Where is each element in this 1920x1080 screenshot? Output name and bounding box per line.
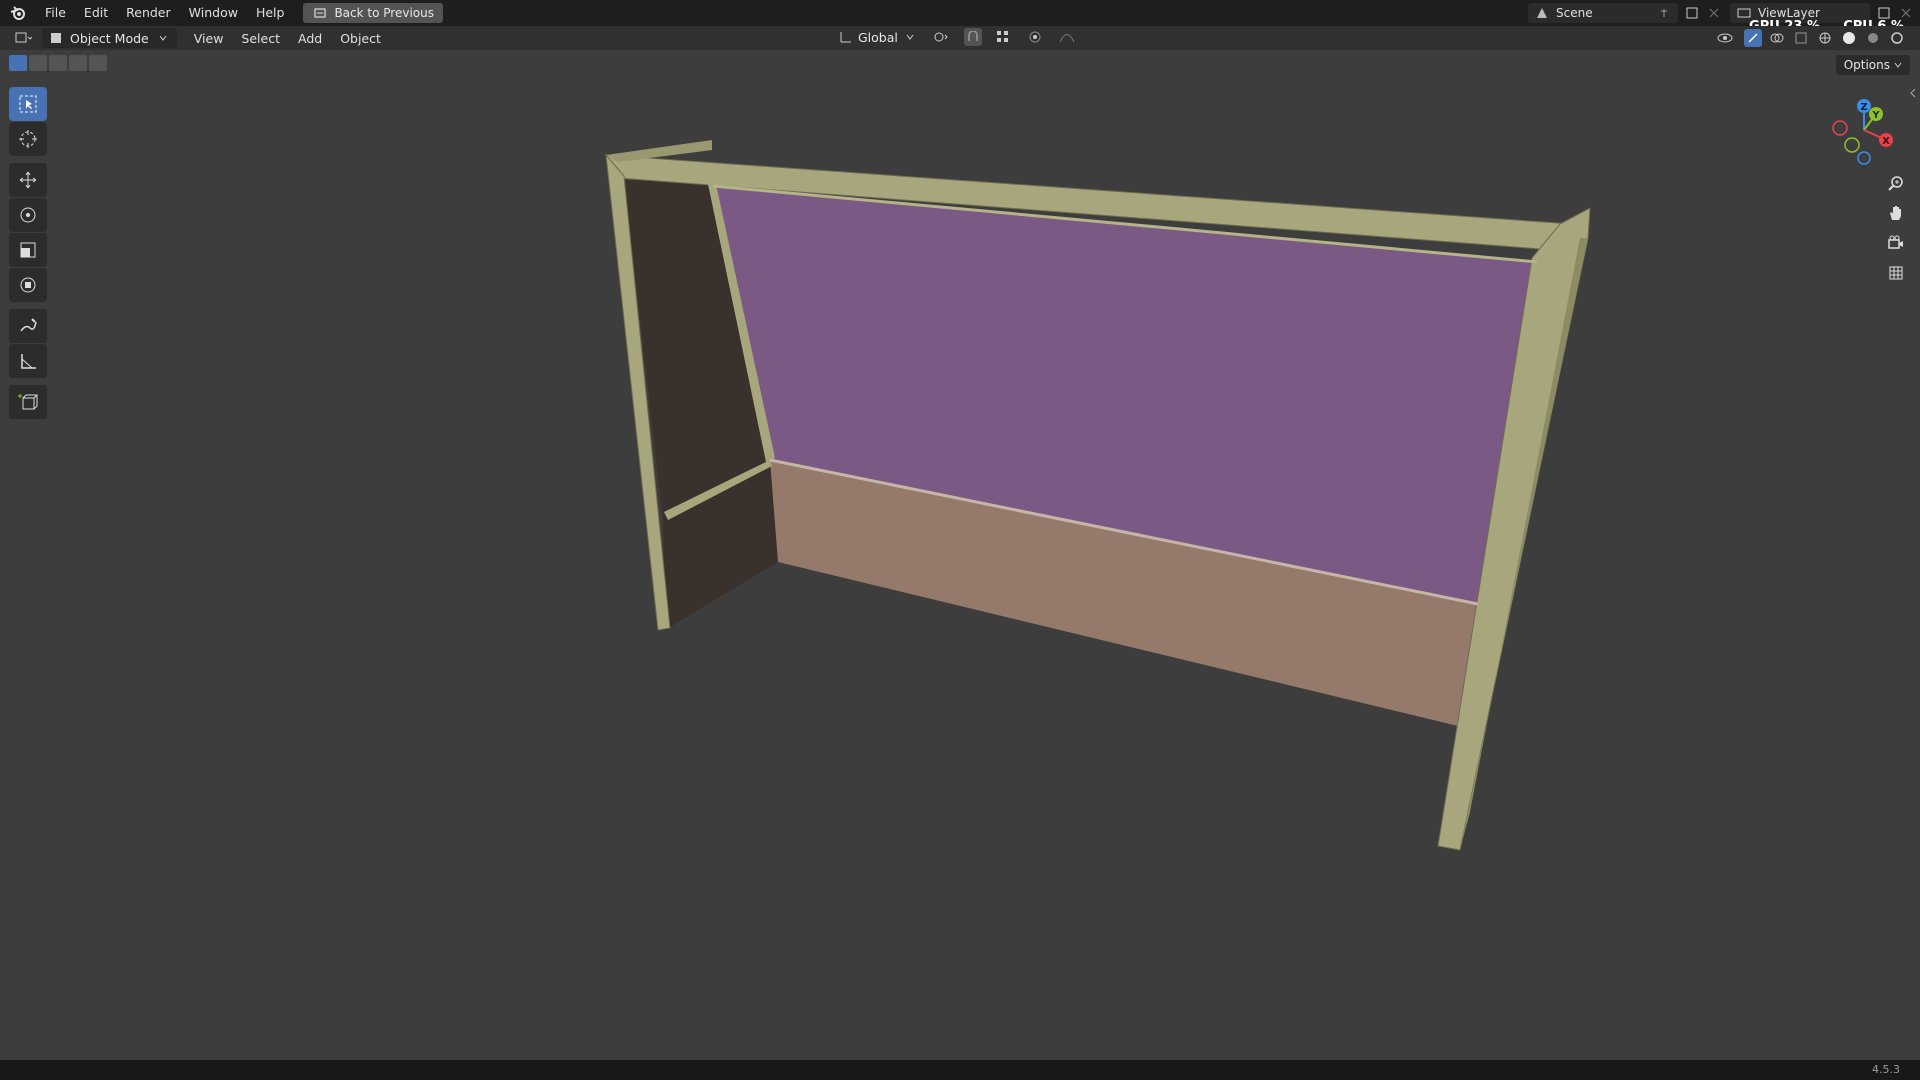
menu-help[interactable]: Help <box>247 0 294 26</box>
new-scene-icon[interactable] <box>1684 5 1700 21</box>
gizmo-toggle-icon[interactable] <box>1744 29 1762 47</box>
gizmo-neg-x[interactable] <box>1832 120 1848 136</box>
pin-icon[interactable] <box>1656 5 1672 21</box>
scene-icon <box>1534 5 1550 21</box>
chevron-down-icon <box>155 30 171 46</box>
move-tool[interactable] <box>9 163 47 197</box>
select-mode-group <box>9 55 107 71</box>
transform-controls: Global <box>838 28 1078 46</box>
menu-object[interactable]: Object <box>331 31 390 46</box>
menu-select[interactable]: Select <box>232 31 289 46</box>
top-menu-bar: File Edit Render Window Help Back to Pre… <box>0 0 1920 26</box>
xray-icon[interactable] <box>1792 30 1810 46</box>
move-icon <box>19 171 37 189</box>
annotate-tool[interactable] <box>9 309 47 343</box>
tool-shelf <box>9 87 47 420</box>
delete-scene-icon[interactable] <box>1706 5 1722 21</box>
scene-name: Scene <box>1556 6 1593 20</box>
zoom-button[interactable] <box>1882 169 1910 197</box>
annotate-icon <box>20 318 37 332</box>
rendered-shading-icon[interactable] <box>1888 30 1906 46</box>
solid-shading-icon[interactable] <box>1840 30 1858 46</box>
view-layer-name: ViewLayer <box>1758 6 1820 20</box>
chevron-down-icon <box>1894 62 1902 68</box>
menu-add[interactable]: Add <box>289 31 331 46</box>
add-cube-icon <box>18 394 38 410</box>
hand-icon <box>1890 206 1901 220</box>
orientation-label: Global <box>858 29 898 45</box>
object-mode-label: Object Mode <box>70 30 149 46</box>
gizmo-neg-z[interactable] <box>1857 151 1871 165</box>
gizmo-z-label: Z <box>1860 102 1867 113</box>
gizmo-neg-y[interactable] <box>1844 137 1860 153</box>
navigation-gizmo[interactable]: Z Y X <box>1824 88 1904 168</box>
options-label: Options <box>1843 58 1890 72</box>
camera-view-button[interactable] <box>1882 229 1910 257</box>
status-bar: 4.5.3 <box>0 1060 1920 1080</box>
transform-icon <box>20 277 36 293</box>
editor-type-icon[interactable] <box>12 30 36 46</box>
scene-render <box>605 140 1591 851</box>
snap-target-icon[interactable] <box>992 29 1014 45</box>
cursor-icon <box>19 130 37 148</box>
chevron-down-icon <box>902 29 918 45</box>
wireframe-shading-icon[interactable] <box>1816 30 1834 46</box>
object-mode-icon <box>48 30 64 46</box>
options-dropdown[interactable]: Options <box>1835 55 1910 75</box>
snap-toggle-icon[interactable] <box>963 28 982 46</box>
pivot-point-icon[interactable] <box>928 29 954 45</box>
select-new-icon[interactable] <box>9 55 27 71</box>
measure-tool[interactable] <box>9 344 47 378</box>
menu-window[interactable]: Window <box>180 0 247 26</box>
scale-icon <box>20 242 36 258</box>
gizmo-x-label: X <box>1882 136 1890 147</box>
rotate-icon <box>20 207 36 223</box>
version-label: 4.5.3 <box>1872 1063 1900 1076</box>
menu-render[interactable]: Render <box>117 0 180 26</box>
orientation-icon <box>838 29 854 45</box>
pan-button[interactable] <box>1882 199 1910 227</box>
proportional-editing-icon[interactable] <box>1024 29 1046 45</box>
select-extend-icon[interactable] <box>29 55 47 71</box>
material-shading-icon[interactable] <box>1864 30 1882 46</box>
3d-viewport[interactable]: Options Z Y X <box>0 50 1920 1060</box>
falloff-icon[interactable] <box>1056 29 1078 45</box>
select-subtract-icon[interactable] <box>49 55 67 71</box>
blender-logo-icon[interactable] <box>0 0 36 26</box>
transform-tool[interactable] <box>9 268 47 302</box>
select-invert-icon[interactable] <box>69 55 87 71</box>
back-to-previous-button[interactable]: Back to Previous <box>303 3 443 23</box>
measure-icon <box>21 354 36 369</box>
zoom-icon <box>1888 176 1903 191</box>
menu-view[interactable]: View <box>185 31 233 46</box>
transform-orientation-dropdown[interactable]: Global <box>838 29 918 45</box>
select-box-tool[interactable] <box>9 87 47 121</box>
grid-icon <box>1889 266 1903 280</box>
rotate-tool[interactable] <box>9 198 47 232</box>
sidebar-toggle-icon[interactable] <box>1908 86 1918 100</box>
menu-file[interactable]: File <box>36 0 75 26</box>
viewport-header: Object Mode View Select Add Object Globa… <box>0 26 1920 50</box>
overlays-icon[interactable] <box>1768 30 1786 46</box>
object-mode-dropdown[interactable]: Object Mode <box>42 28 177 48</box>
scene-selector[interactable]: Scene <box>1528 3 1678 23</box>
add-cube-tool[interactable] <box>9 385 47 419</box>
scale-tool[interactable] <box>9 233 47 267</box>
select-box-icon <box>19 95 37 113</box>
cursor-tool[interactable] <box>9 122 47 156</box>
gizmo-y-label: Y <box>1871 110 1880 121</box>
back-button-label: Back to Previous <box>334 6 434 20</box>
perspective-toggle-button[interactable] <box>1882 259 1910 287</box>
visibility-icon[interactable] <box>1712 30 1738 46</box>
select-intersect-icon[interactable] <box>89 55 107 71</box>
camera-icon <box>1888 235 1903 249</box>
viewport-display-controls <box>1712 29 1906 47</box>
menu-edit[interactable]: Edit <box>75 0 117 26</box>
back-icon <box>312 5 328 21</box>
